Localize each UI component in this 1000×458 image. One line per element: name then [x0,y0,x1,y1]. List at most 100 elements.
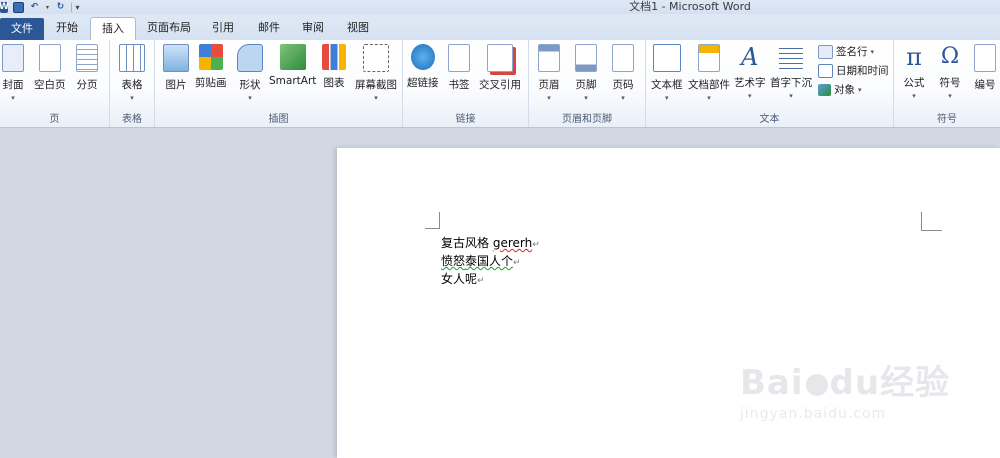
symbol-button[interactable]: Ω 符号 ▾ [938,42,962,100]
object-icon [818,83,831,96]
chevron-down-icon: ▾ [664,94,669,102]
chevron-down-icon: ▾ [707,94,711,102]
clip-art-button[interactable]: 剪贴画 [195,42,227,90]
tab-mailings[interactable]: 邮件 [248,17,290,39]
chevron-down-icon: ▾ [547,94,551,102]
chevron-down-icon: ▾ [912,92,916,100]
paragraph-mark: ↵ [532,240,540,250]
hyperlink-button[interactable]: 超链接 [407,42,439,90]
chevron-down-icon: ▾ [948,92,952,100]
chevron-down-icon: ▾ [870,47,875,56]
date-time-button[interactable]: 日期和时间 [818,63,889,78]
chart-icon [322,44,346,70]
window-title: 文档1 - Microsoft Word [629,0,751,13]
cover-page-icon [2,44,24,72]
margin-corner-top-left [425,212,440,229]
ribbon: 封面 ▾ 空白页 分页 页 表格 ▾ 表格 图片 剪贴画 形状 ▾ SmartA… [0,40,1000,128]
paragraph-2[interactable]: 愤怒泰国人个↵ [441,252,521,269]
text-box-icon [652,44,681,72]
screenshot-button[interactable]: 屏幕截图 ▾ [355,42,397,102]
paragraph-mark: ↵ [477,276,485,286]
chevron-down-icon: ▾ [789,92,793,100]
chevron-down-icon: ▾ [621,94,625,102]
chevron-down-icon: ▾ [374,94,378,102]
tab-home[interactable]: 开始 [47,17,87,39]
blank-page-icon [38,44,61,72]
group-tables: 表格 ▾ 表格 [110,40,155,127]
group-label-links: 链接 [455,114,476,125]
tab-review[interactable]: 审阅 [294,17,332,39]
shapes-button[interactable]: 形状 ▾ [237,42,263,102]
paw-icon [805,373,828,396]
chevron-down-icon: ▾ [248,94,252,102]
group-text: 文本框 ▾ 文档部件 ▾ A 艺术字 ▾ 首字下沉 ▾ 签名行 ▾ 日期和时间 [646,40,894,127]
hyperlink-icon [410,44,435,70]
bookmark-icon [448,44,470,72]
picture-button[interactable]: 图片 [163,42,189,92]
quick-parts-icon [698,44,720,72]
chevron-down-icon: ▾ [747,92,752,100]
group-label-text: 文本 [759,114,780,125]
chart-button[interactable]: 图表 [322,42,346,90]
signature-line-button[interactable]: 签名行 ▾ [818,44,874,59]
group-label-header-footer: 页眉和页脚 [562,114,612,125]
baidu-jingyan-watermark: Bai du经验 jingyan.baidu.com [740,363,951,422]
quick-parts-button[interactable]: 文档部件 ▾ [688,42,730,102]
blank-page-button[interactable]: 空白页 [34,42,66,92]
header-icon [538,44,560,72]
group-header-footer: 页眉 ▾ 页脚 ▾ 页码 ▾ 页眉和页脚 [529,40,646,127]
paragraph-1[interactable]: 复古风格 gererh↵ [441,234,540,251]
text-box-button[interactable]: 文本框 ▾ [651,42,683,102]
equation-button[interactable]: π 公式 ▾ [902,42,926,100]
group-label-symbols: 符号 [937,114,957,125]
symbol-icon: Ω [940,44,960,69]
number-icon [974,44,996,72]
page-break-button[interactable]: 分页 [76,42,98,92]
wordart-icon: A [741,43,759,71]
group-illustrations: 图片 剪贴画 形状 ▾ SmartArt 图表 屏幕截图 ▾ 插图 [155,40,403,127]
tab-page-layout[interactable]: 页面布局 [140,17,198,39]
drop-cap-icon [779,44,803,70]
cover-page-button[interactable]: 封面 ▾ [2,42,24,102]
signature-line-icon [818,44,833,59]
tab-insert[interactable]: 插入 [90,17,136,41]
page-number-button[interactable]: 页码 ▾ [612,42,634,102]
paragraph-mark: ↵ [513,258,521,268]
group-symbols: π 公式 ▾ Ω 符号 ▾ 编号 符号 [894,40,1000,127]
chevron-down-icon: ▾ [130,94,134,102]
number-button[interactable]: 编号 [974,42,996,92]
footer-button[interactable]: 页脚 ▾ [575,42,597,102]
smartart-icon [279,44,306,70]
equation-icon: π [906,43,922,71]
group-links: 超链接 书签 交叉引用 链接 [403,40,529,127]
page-number-icon [612,44,634,72]
smartart-button[interactable]: SmartArt [269,42,316,87]
tab-view[interactable]: 视图 [338,17,378,39]
table-button[interactable]: 表格 ▾ [119,42,145,102]
drop-cap-button[interactable]: 首字下沉 ▾ [770,42,812,100]
group-label-illustrations: 插图 [268,114,289,125]
page-break-icon [76,44,98,72]
group-pages: 封面 ▾ 空白页 分页 页 [0,40,110,127]
group-label-pages: 页 [49,114,60,125]
picture-icon [163,44,189,72]
header-button[interactable]: 页眉 ▾ [538,42,560,102]
object-button[interactable]: 对象 ▾ [818,82,862,97]
clip-art-icon [198,44,223,70]
chevron-down-icon: ▾ [858,85,862,94]
wordart-button[interactable]: A 艺术字 ▾ [734,42,766,100]
cross-reference-icon [487,44,513,72]
ribbon-tabs: 文件 开始 插入 页面布局 引用 邮件 审阅 视图 [0,14,1000,41]
tab-references[interactable]: 引用 [205,17,241,39]
cross-reference-button[interactable]: 交叉引用 [479,42,521,92]
chevron-down-icon: ▾ [11,94,15,102]
bookmark-button[interactable]: 书签 [448,42,470,92]
shapes-icon [237,44,263,72]
screenshot-icon [363,44,389,72]
group-label-tables: 表格 [122,114,142,125]
date-time-icon [818,63,833,78]
title-bar: W ↶ ▾ ↻ ▾ 文档1 - Microsoft Word [0,0,1000,14]
paragraph-3[interactable]: 女人呢↵ [441,270,485,287]
tab-file[interactable]: 文件 [0,18,44,40]
table-icon [119,44,145,72]
